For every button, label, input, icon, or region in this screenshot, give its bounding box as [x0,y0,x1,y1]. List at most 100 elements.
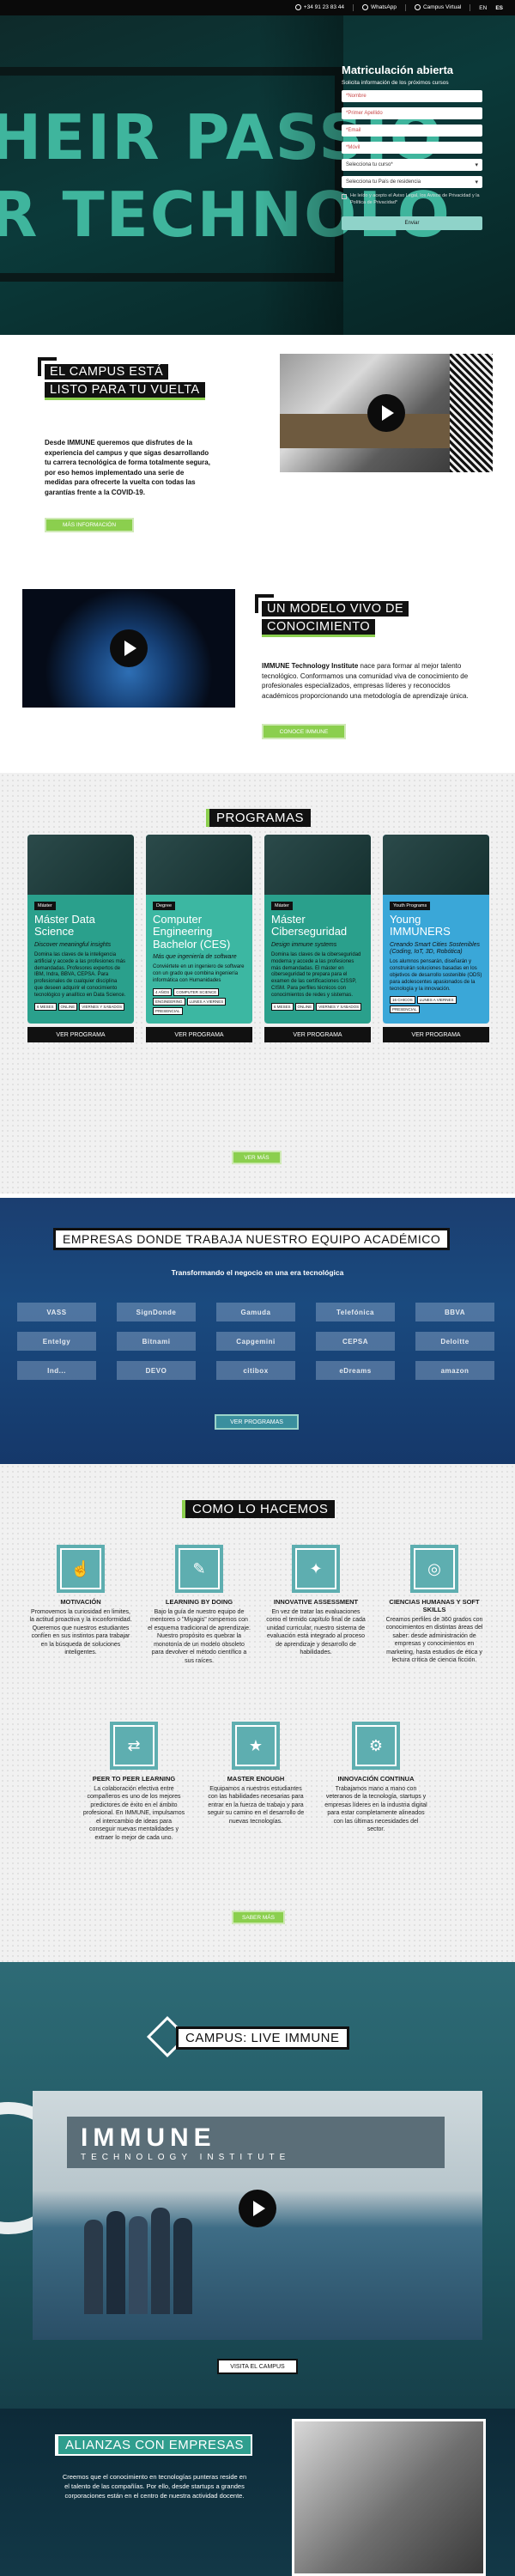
program-tag: VIERNES Y SÁBADOS [79,1002,125,1011]
campus-section: EL CAMPUS ESTÁ LISTO PARA TU VUELTA Desd… [0,335,515,550]
company-logo: amazon [415,1361,494,1380]
company-logo: SignDonde [117,1303,196,1321]
surname-field[interactable]: *Primer Apellido [342,107,482,119]
phone-link[interactable]: +34 91 23 83 44 [294,4,344,11]
whatsapp-icon [361,4,368,11]
user-icon [414,4,421,11]
students-image [84,2202,196,2314]
whatsapp-link[interactable]: WhatsApp [361,4,397,11]
play-icon[interactable] [110,629,148,667]
company-logo: Ind... [17,1361,96,1380]
see-more-button[interactable]: VER MÁS [232,1151,282,1164]
consent-checkbox[interactable] [342,194,347,199]
how-item-text: Promovemos la curiosidad en limites, la … [29,1609,132,1656]
program-tag: ONLINE [294,1002,315,1011]
program-badge: Degree [153,902,176,910]
company-logo: Bitnami [117,1332,196,1351]
corner-bracket [255,594,274,613]
company-logo: CEPSA [316,1332,395,1351]
view-program-button[interactable]: VER PROGRAMA [264,1027,371,1042]
gear-icon: ⚙ [352,1722,400,1770]
enrollment-form: Matriculación abierta Solicita informaci… [342,64,488,321]
view-program-button[interactable]: VER PROGRAMA [146,1027,252,1042]
program-desc: Los alumnos pensarán, diseñarán y constr… [390,959,482,992]
live-title: CAMPUS: LIVE IMMUNE [176,2026,349,2050]
program-tag: COMPUTER SCIENCE [173,987,220,996]
alliances-title: ALIANZAS CON EMPRESAS [55,2434,253,2456]
view-program-button[interactable]: VER PROGRAMA [27,1027,134,1042]
phone-icon [294,4,301,11]
learn-more-button[interactable]: SABER MÁS [232,1911,285,1924]
divider [352,4,354,11]
course-select[interactable]: Selecciona tu curso* ▾ [342,159,482,171]
how-item: ⚙ INNOVACIÓN CONTINUA Trabajamos mano a … [324,1722,427,1834]
program-subtitle: Más que ingeniería de software [153,953,237,960]
how-item-text: En vez de tratar las evaluaciones como e… [266,1609,366,1656]
program-desc: Conviértete en un ingeniero de software … [153,964,245,983]
view-programs-button[interactable]: VER PROGRAMAS [215,1414,299,1430]
lang-es[interactable]: ES [495,5,503,11]
campus-video[interactable]: IMMUNE TECHNOLOGY INSTITUTE [33,2091,482,2340]
program-tag: PRESENCIAL [390,1005,420,1014]
lightbulb-icon: ✦ [292,1545,340,1593]
company-logo: VASS [17,1303,96,1321]
program-subtitle: Discover meaningful insights [34,941,112,948]
program-badge: Máster [271,902,293,910]
play-icon[interactable] [367,394,405,432]
company-logo: Capgemini [216,1332,295,1351]
how-item-name: PEER TO PEER LEARNING [92,1775,176,1783]
how-item: ✦ INNOVATIVE ASSESSMENT En vez de tratar… [264,1545,367,1657]
program-tags: 6 MESES ONLINE VIERNES Y SÁBADOS [271,1002,364,1011]
email-field[interactable]: *Email [342,125,482,137]
program-photo [27,835,134,895]
how-item-text: La colaboración efectiva entre compañero… [82,1786,185,1841]
program-subtitle: Design immune systems [271,941,337,948]
visit-campus-button[interactable]: VISITA EL CAMPUS [217,2359,298,2374]
know-immune-button[interactable]: Conoce IMMUNE [262,724,346,739]
chevron-down-icon: ▾ [475,162,478,168]
program-title: Computer Engineering Bachelor (CES) [153,913,231,951]
send-button[interactable]: Enviar [342,216,482,231]
model-title: UN MODELO VIVO DE CONOCIMIENTO [255,594,409,640]
program-tag: 6 MESES [271,1002,294,1011]
top-bar: +34 91 23 83 44 WhatsApp Campus Virtual … [0,0,515,15]
program-card[interactable]: Máster Máster Ciberseguridad Design immu… [264,835,371,1024]
campus-virtual-link[interactable]: Campus Virtual [414,4,461,11]
how-item: ☝ MOTIVACIÓN Promovemos la curiosidad en… [29,1545,132,1657]
program-badge: Máster [34,902,56,910]
company-logo: eDreams [316,1361,395,1380]
campus-body: Desde IMMUNE queremos que disfrutes de l… [45,439,210,496]
model-body: IMMUNE Technology Institute nace para fo… [262,662,469,700]
company-logo: BBVA [415,1303,494,1321]
play-icon[interactable] [239,2190,276,2227]
country-select[interactable]: Selecciona tu País de residencia ▾ [342,176,482,188]
company-logo: Entelgy [17,1332,96,1351]
program-title: Máster Data Science [34,913,95,939]
program-card[interactable]: Degree Computer Engineering Bachelor (CE… [146,835,252,1024]
earth-video[interactable] [22,589,235,708]
more-info-button[interactable]: Más información [45,518,134,532]
phone-field[interactable]: *Móvil [342,142,482,154]
how-item-name: CIENCIAS HUMANAS Y SOFT SKILLS [389,1598,480,1613]
star-icon: ★ [232,1722,280,1770]
how-item-name: INNOVATIVE ASSESSMENT [273,1598,359,1606]
program-tag: 16 CHICOS [390,996,415,1005]
program-tag: LUNES A VIERNES [186,997,227,1005]
campus-video[interactable] [280,354,493,472]
program-card[interactable]: Youth Programs Young IMMUNERS Creando Sm… [383,835,489,1024]
campus-sign: IMMUNE TECHNOLOGY INSTITUTE [67,2117,445,2168]
program-card[interactable]: Máster Máster Data Science Discover mean… [27,835,134,1024]
how-item-name: INNOVACIÓN CONTINUA [337,1775,415,1783]
corner-bracket [38,357,57,376]
how-title: COMO LO HACEMOS [182,1500,336,1518]
name-field[interactable]: *Nombre [342,90,482,102]
view-program-button[interactable]: VER PROGRAMA [383,1027,489,1042]
how-item: ★ MASTER ENOUGH Equipamos a nuestros est… [204,1722,307,1826]
chair-image [450,354,493,472]
program-desc: Domina las claves de la ciberseguridad m… [271,951,361,998]
target-icon: ◎ [410,1545,458,1593]
lang-en[interactable]: EN [479,5,487,11]
program-tag: PRESENCIAL [153,1006,183,1015]
program-badge: Youth Programs [390,902,431,910]
program-photo [264,835,371,895]
